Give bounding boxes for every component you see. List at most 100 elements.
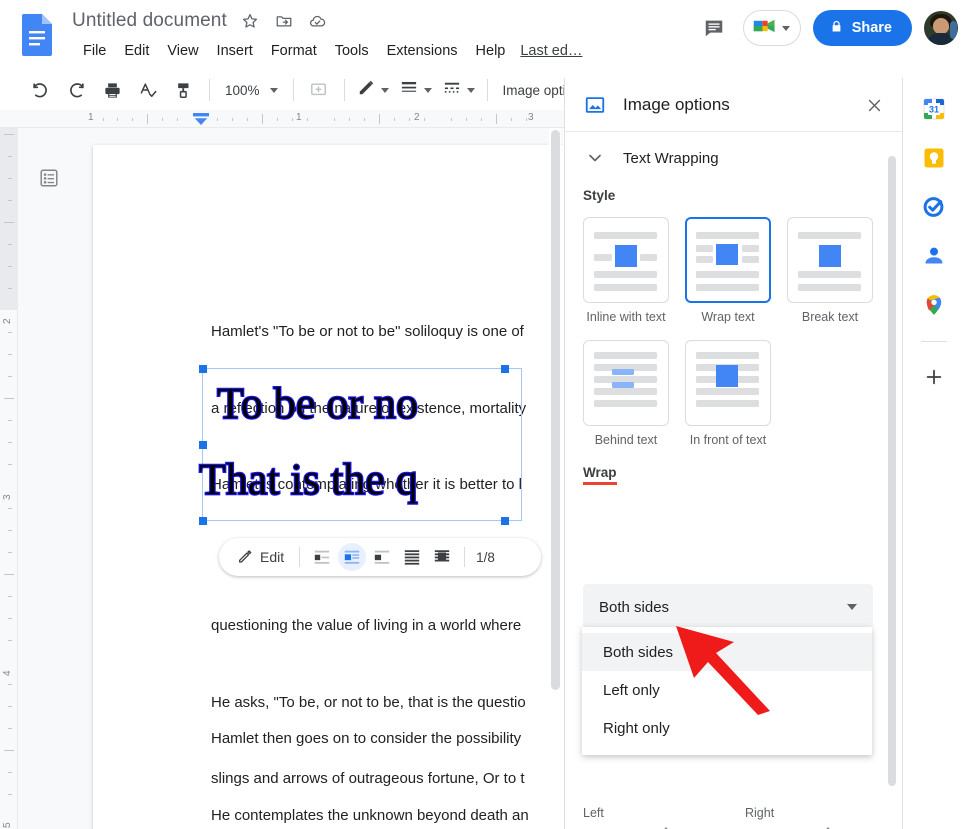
border-dash-control[interactable] (437, 76, 480, 104)
border-color-pen-control[interactable] (352, 76, 394, 104)
pen-chevron-down-icon (380, 87, 389, 93)
chevron-down-icon (583, 146, 607, 170)
document-scrollbar[interactable] (549, 128, 561, 829)
rail-divider (920, 341, 947, 342)
wrap-dropdown-menu[interactable]: Both sides Left only Right only (582, 627, 872, 755)
style-caption: Behind text (594, 433, 658, 447)
margin-right-group: Right 0.13 in (745, 806, 883, 829)
inline-with-text-icon[interactable] (308, 543, 336, 571)
google-calendar-icon[interactable]: 31 (916, 91, 952, 127)
menu-file[interactable]: File (74, 41, 115, 61)
image-edit-button[interactable]: Edit (229, 548, 292, 567)
image-options-panel: Image options Text Wrapping Style Inline… (564, 78, 903, 829)
resize-handle-bottom-right[interactable] (501, 517, 509, 525)
share-button[interactable]: Share (812, 10, 912, 46)
vertical-ruler[interactable]: 2 3 4 5 (0, 128, 18, 829)
vruler-number-5: 5 (2, 822, 13, 828)
resize-handle-top-right[interactable] (501, 365, 509, 373)
text-wrapping-section-header[interactable]: Text Wrapping (565, 132, 903, 184)
google-docs-logo-icon[interactable] (18, 12, 58, 58)
wrap-label-underline (583, 482, 617, 485)
vruler-number-3: 3 (2, 494, 13, 500)
spelling-check-icon[interactable] (133, 75, 163, 105)
style-option-behind-text[interactable]: Behind text (583, 340, 669, 447)
pen-icon (357, 78, 376, 102)
zoom-chevron-down-icon (269, 87, 278, 93)
selected-image[interactable]: To be or no That is the q (198, 368, 522, 521)
wrap-option-right-only[interactable]: Right only (582, 709, 872, 747)
paragraph-line: Hamlet's "To be or not to be" soliloquy … (211, 323, 524, 340)
style-options-grid: Inline with text Wrap text Break text Be… (583, 217, 873, 447)
image-options-icon (583, 93, 607, 117)
style-option-inline-with-text[interactable]: Inline with text (583, 217, 669, 324)
panel-scrollbar-thumb[interactable] (888, 156, 896, 786)
resize-handle-middle-left[interactable] (199, 441, 207, 449)
ruler-number-1: 1 (296, 112, 302, 123)
user-avatar[interactable] (924, 11, 958, 45)
style-caption: Wrap text (701, 310, 755, 324)
star-icon[interactable] (239, 10, 261, 32)
wrap-section-label: Wrap (583, 465, 617, 485)
undo-icon[interactable] (25, 75, 55, 105)
wrap-option-both-sides[interactable]: Both sides (582, 633, 872, 671)
document-title-row: Untitled document (72, 10, 329, 32)
resize-handle-top-left[interactable] (199, 365, 207, 373)
pencil-icon (237, 548, 253, 567)
lock-icon (829, 19, 844, 38)
menu-extensions[interactable]: Extensions (378, 41, 467, 61)
in-front-of-text-icon[interactable] (428, 543, 456, 571)
image-edit-label: Edit (260, 549, 285, 565)
share-label: Share (851, 20, 892, 36)
wrap-chevron-down-icon (847, 604, 857, 610)
resize-handle-bottom-left[interactable] (199, 517, 207, 525)
line-weight-icon (399, 78, 419, 102)
style-option-wrap-text[interactable]: Wrap text (685, 217, 771, 324)
google-contacts-icon[interactable] (916, 238, 952, 274)
style-option-break-text[interactable]: Break text (787, 217, 873, 324)
google-meet-button[interactable] (742, 10, 801, 46)
menu-format[interactable]: Format (262, 41, 326, 61)
image-floating-toolbar: Edit 1/8 (219, 538, 541, 576)
style-option-in-front-of-text[interactable]: In front of text (685, 340, 771, 447)
style-label: Style (583, 188, 616, 203)
break-text-icon[interactable] (368, 543, 396, 571)
redo-icon[interactable] (61, 75, 91, 105)
last-edit-link[interactable]: Last ed… (514, 41, 588, 61)
print-icon[interactable] (97, 75, 127, 105)
google-keep-icon[interactable] (916, 140, 952, 176)
border-weight-control[interactable] (394, 76, 437, 104)
wrap-text-icon[interactable] (338, 543, 367, 571)
menu-help[interactable]: Help (467, 41, 515, 61)
wrap-select[interactable]: Both sides (583, 584, 873, 630)
text-wrapping-label: Text Wrapping (623, 149, 719, 167)
wrap-option-left-only[interactable]: Left only (582, 671, 872, 709)
behind-text-icon[interactable] (398, 543, 426, 571)
margin-fields: Left 0.13 in Right (583, 806, 883, 829)
close-icon[interactable] (861, 92, 887, 118)
meet-chevron-down-icon[interactable] (781, 25, 790, 31)
margin-right-label: Right (745, 806, 775, 820)
panel-header: Image options (565, 78, 903, 131)
document-scrollbar-thumb[interactable] (551, 130, 560, 690)
google-tasks-icon[interactable] (916, 189, 952, 225)
document-outline-icon[interactable] (32, 161, 66, 195)
menu-tools[interactable]: Tools (326, 41, 378, 61)
add-addon-button[interactable] (916, 359, 952, 395)
google-maps-icon[interactable] (916, 287, 952, 323)
menu-view[interactable]: View (158, 41, 207, 61)
add-comment-icon[interactable] (304, 75, 334, 105)
document-title[interactable]: Untitled document (72, 10, 227, 32)
comment-history-icon[interactable] (697, 11, 731, 45)
indent-marker[interactable] (193, 112, 209, 126)
menu-insert[interactable]: Insert (208, 41, 262, 61)
paint-format-icon[interactable] (169, 75, 199, 105)
panel-title: Image options (623, 94, 730, 114)
google-meet-icon (752, 16, 778, 41)
move-to-folder-icon[interactable] (273, 10, 295, 32)
paragraph-4[interactable]: However, Hamlet's contemplation of death… (211, 785, 563, 829)
menu-edit[interactable]: Edit (115, 41, 158, 61)
zoom-select[interactable]: 100% (217, 76, 286, 104)
app-header: Untitled document File Edit View Insert … (0, 0, 964, 70)
cloud-saved-icon[interactable] (307, 10, 329, 32)
panel-body[interactable]: Text Wrapping Style Inline with text Wra… (565, 131, 903, 829)
